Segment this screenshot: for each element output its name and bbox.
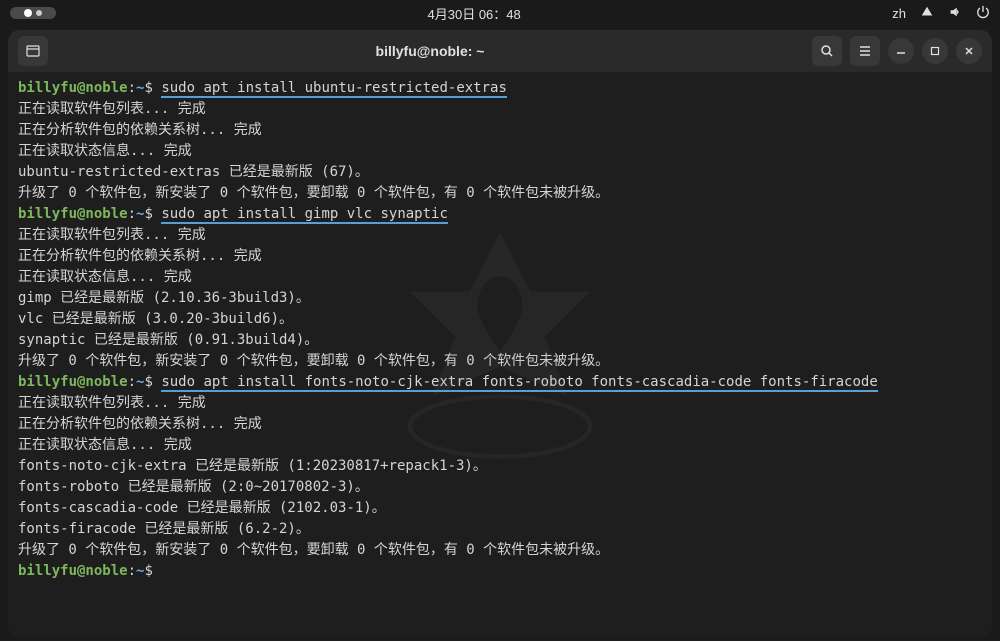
output-line: 正在读取状态信息... 完成 xyxy=(18,435,982,456)
output-line: 升级了 0 个软件包，新安装了 0 个软件包，要卸载 0 个软件包，有 0 个软… xyxy=(18,183,982,204)
power-icon[interactable] xyxy=(976,5,990,22)
prompt-user: billyfu@noble xyxy=(18,80,128,96)
output-line: 正在读取状态信息... 完成 xyxy=(18,267,982,288)
output-line: 正在分析软件包的依赖关系树... 完成 xyxy=(18,246,982,267)
output-line: 正在分析软件包的依赖关系树... 完成 xyxy=(18,120,982,141)
output-line: ubuntu-restricted-extras 已经是最新版 (67)。 xyxy=(18,162,982,183)
new-tab-button[interactable] xyxy=(18,36,48,66)
output-line: fonts-roboto 已经是最新版 (2:0~20170802-3)。 xyxy=(18,477,982,498)
window-titlebar: billyfu@noble: ~ xyxy=(8,30,992,72)
output-line: fonts-firacode 已经是最新版 (6.2-2)。 xyxy=(18,519,982,540)
output-line: 正在读取软件包列表... 完成 xyxy=(18,225,982,246)
output-line: synaptic 已经是最新版 (0.91.3build4)。 xyxy=(18,330,982,351)
volume-icon[interactable] xyxy=(948,5,962,22)
output-line: fonts-cascadia-code 已经是最新版 (2102.03-1)。 xyxy=(18,498,982,519)
command-text: sudo apt install fonts-noto-cjk-extra fo… xyxy=(161,374,877,392)
output-line: 升级了 0 个软件包，新安装了 0 个软件包，要卸载 0 个软件包，有 0 个软… xyxy=(18,540,982,561)
output-line: 正在读取状态信息... 完成 xyxy=(18,141,982,162)
output-line: fonts-noto-cjk-extra 已经是最新版 (1:20230817+… xyxy=(18,456,982,477)
search-button[interactable] xyxy=(812,36,842,66)
minimize-button[interactable] xyxy=(888,38,914,64)
terminal-output[interactable]: billyfu@noble:~$ sudo apt install ubuntu… xyxy=(8,72,992,637)
output-line: gimp 已经是最新版 (2.10.36-3build3)。 xyxy=(18,288,982,309)
input-method-indicator[interactable]: zh xyxy=(892,6,906,21)
output-line: 升级了 0 个软件包，新安装了 0 个软件包，要卸载 0 个软件包，有 0 个软… xyxy=(18,351,982,372)
window-title: billyfu@noble: ~ xyxy=(56,43,804,59)
maximize-button[interactable] xyxy=(922,38,948,64)
gnome-top-panel: 4月30日 06：48 zh xyxy=(0,0,1000,26)
activities-area[interactable] xyxy=(10,7,56,19)
command-text: sudo apt install gimp vlc synaptic xyxy=(161,206,448,224)
menu-button[interactable] xyxy=(850,36,880,66)
output-line: 正在分析软件包的依赖关系树... 完成 xyxy=(18,414,982,435)
close-button[interactable] xyxy=(956,38,982,64)
terminal-window: billyfu@noble: ~ xyxy=(8,30,992,637)
output-line: 正在读取软件包列表... 完成 xyxy=(18,99,982,120)
datetime-label[interactable]: 4月30日 06：48 xyxy=(56,4,892,23)
output-line: vlc 已经是最新版 (3.0.20-3build6)。 xyxy=(18,309,982,330)
network-icon[interactable] xyxy=(920,5,934,22)
output-line: 正在读取软件包列表... 完成 xyxy=(18,393,982,414)
command-text: sudo apt install ubuntu-restricted-extra… xyxy=(161,80,507,98)
